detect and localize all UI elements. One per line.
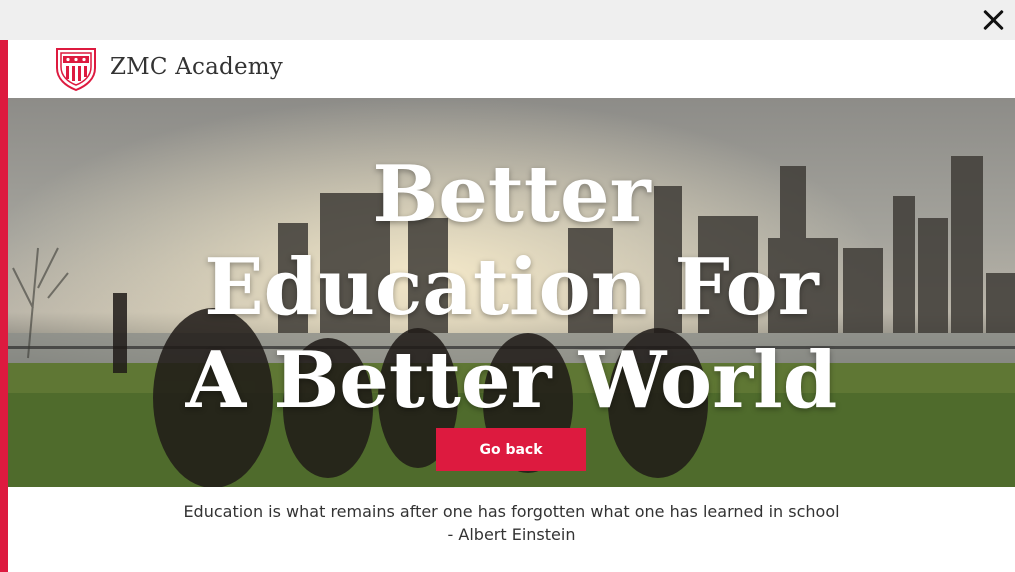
close-icon[interactable] — [979, 6, 1007, 34]
accent-strip — [0, 40, 8, 572]
quote-text: Education is what remains after one has … — [183, 502, 840, 521]
site-header: ZMC Academy — [8, 40, 1015, 98]
hero-headline: Better Education For A Better World — [8, 148, 1015, 427]
go-back-button[interactable]: Go back — [436, 428, 586, 471]
quote-block: Education is what remains after one has … — [8, 500, 1015, 546]
headline-line-2: Education For — [204, 242, 819, 333]
hero-banner: Better Education For A Better World Go b… — [8, 98, 1015, 487]
headline-line-1: Better — [372, 149, 651, 240]
quote-author: - Albert Einstein — [447, 525, 576, 544]
headline-line-3: A Better World — [185, 335, 838, 426]
shield-crest-icon[interactable] — [54, 46, 98, 92]
brand-name[interactable]: ZMC Academy — [110, 54, 283, 80]
window-top-bar — [0, 0, 1015, 40]
